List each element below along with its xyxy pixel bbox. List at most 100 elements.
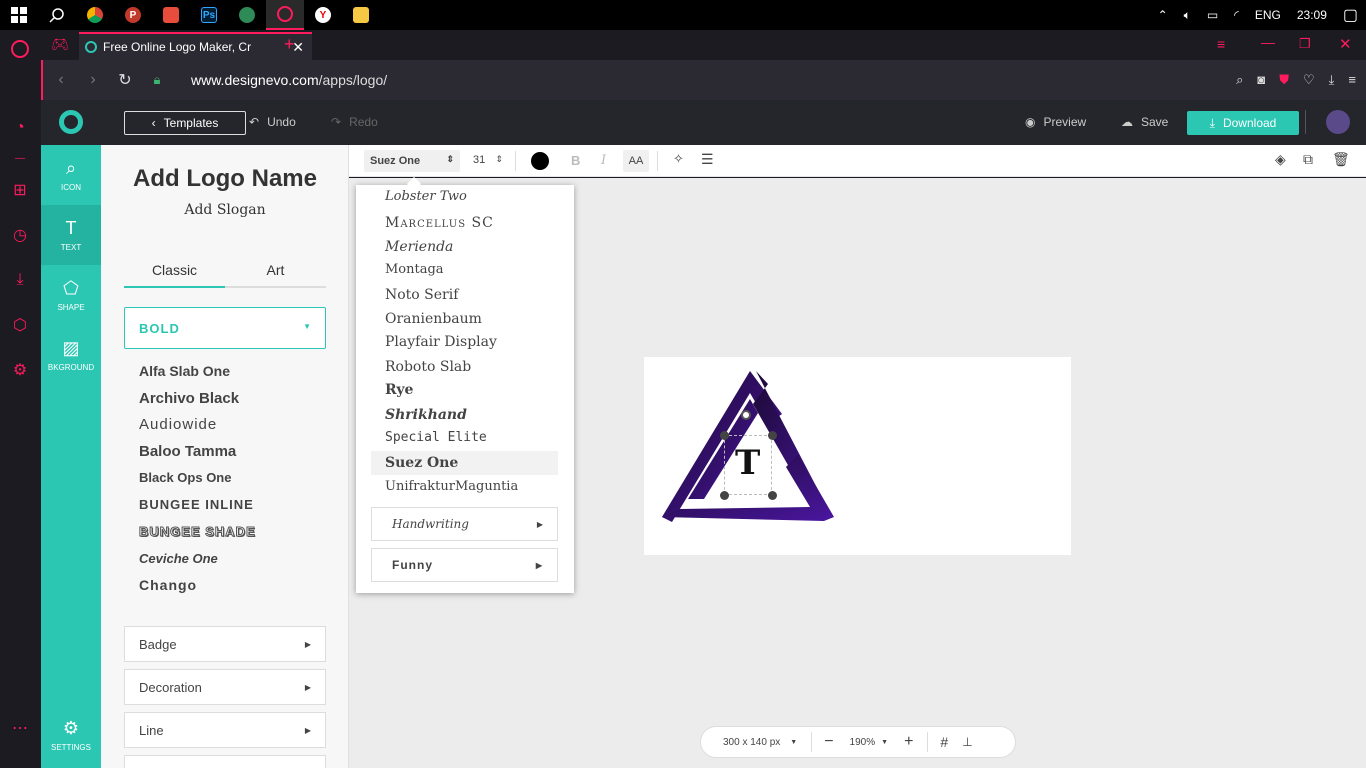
resize-handle[interactable] [720, 491, 729, 500]
font-option[interactable]: Rye [385, 382, 413, 398]
font-item[interactable]: BUNGEE SHADE [139, 524, 256, 540]
apps-grid-icon[interactable]: ⊞ [10, 180, 30, 200]
font-option[interactable]: Merienda [385, 239, 453, 255]
font-item[interactable]: Audiowide [139, 416, 217, 433]
font-select[interactable]: Suez One ⇕ [364, 150, 460, 172]
section-line[interactable]: Line ▶ [124, 712, 326, 748]
font-item[interactable]: Archivo Black [139, 390, 239, 407]
tab-art[interactable]: Art [225, 262, 326, 278]
caret-down-icon[interactable]: ▼ [881, 739, 888, 746]
font-item[interactable]: Black Ops One [139, 470, 231, 485]
logo-text[interactable]: T [735, 443, 760, 483]
font-option[interactable]: Noto Serif [385, 287, 458, 303]
clock[interactable]: 23:09 [1297, 8, 1327, 22]
preview-button[interactable]: ◉ Preview [1025, 115, 1086, 129]
reload-icon[interactable]: ↻ [109, 70, 141, 90]
trash-icon[interactable]: 🗑︎ [1332, 151, 1350, 168]
add-slogan[interactable]: Add Slogan [101, 202, 349, 218]
layers-icon[interactable]: ◈ [1275, 151, 1286, 168]
section-badge[interactable]: Badge ▶ [124, 626, 326, 662]
font-option[interactable]: Lobster Two [385, 189, 467, 204]
rail-settings[interactable]: ⚙ SETTINGS [41, 705, 101, 765]
font-option[interactable]: UnifrakturMaguntia [385, 479, 518, 494]
tab-active[interactable]: Free Online Logo Maker, Cr ✕ [79, 32, 312, 60]
new-tab-button[interactable]: + [284, 34, 295, 55]
tab-classic[interactable]: Classic [124, 262, 225, 278]
designevo-logo-icon[interactable] [59, 110, 83, 134]
save-button[interactable]: ☁ Save [1121, 115, 1168, 129]
download-arrow-icon[interactable]: ⤓ [1329, 72, 1335, 88]
speed-dial-icon[interactable]: ◔ [10, 118, 30, 138]
windows-start-icon[interactable] [0, 0, 38, 30]
avatar[interactable] [1326, 110, 1350, 134]
restore-icon[interactable]: ❐ [1299, 36, 1311, 52]
app-tree-icon[interactable] [228, 0, 266, 30]
rotate-handle-icon[interactable] [741, 410, 751, 420]
resize-handle[interactable] [768, 491, 777, 500]
forward-icon[interactable]: › [77, 71, 109, 89]
downloads-icon[interactable]: ⤓ [10, 270, 30, 290]
font-item[interactable]: BUNGEE INLINE [139, 497, 254, 512]
app-bird-icon[interactable] [152, 0, 190, 30]
search-icon[interactable] [38, 0, 76, 30]
download-button[interactable]: ⤓ Download [1187, 111, 1299, 135]
submenu-funny[interactable]: Funny ▶ [371, 548, 558, 582]
vpn-shield-icon[interactable]: ⛊ [1279, 72, 1289, 88]
language-indicator[interactable]: ENG [1255, 8, 1281, 22]
rail-shape[interactable]: ⬠ SHAPE [41, 265, 101, 325]
back-icon[interactable]: ‹ [45, 71, 77, 89]
case-button[interactable]: AA [623, 150, 649, 172]
bold-button[interactable]: B [571, 153, 580, 168]
settings-gear-icon[interactable]: ⚙ [10, 360, 30, 380]
camera-icon[interactable]: ◙ [1257, 72, 1265, 88]
notification-icon[interactable]: ▢ [1343, 5, 1358, 25]
more-icon[interactable]: ⋯ [10, 718, 30, 738]
history-icon[interactable]: ◷ [10, 225, 30, 245]
undo-button[interactable]: ↶ Undo [249, 115, 296, 129]
align-icon[interactable]: ⊥ [962, 735, 972, 749]
effects-wand-icon[interactable]: ✧ [673, 151, 684, 167]
rail-text[interactable]: T TEXT [41, 205, 101, 265]
duplicate-icon[interactable]: ⧉ [1303, 151, 1313, 168]
search-page-icon[interactable]: ⌕ [1236, 72, 1243, 88]
font-item[interactable]: Ceviche One [139, 551, 218, 566]
caret-down-icon[interactable]: ▼ [790, 739, 797, 746]
redo-button[interactable]: ↷ Redo [331, 115, 378, 129]
canvas-size[interactable]: 300 x 140 px [723, 737, 780, 748]
resize-handle[interactable] [768, 431, 777, 440]
font-option[interactable]: Montaga [385, 262, 444, 277]
menu-icon[interactable]: ≡ [1348, 72, 1356, 88]
font-item[interactable]: Baloo Tamma [139, 443, 236, 460]
opera-taskbar-icon[interactable] [266, 0, 304, 30]
heart-icon[interactable]: ♡ [1303, 72, 1315, 88]
font-option[interactable]: Roboto Slab [385, 359, 471, 375]
section-decoration[interactable]: Decoration ▶ [124, 669, 326, 705]
gamepad-icon[interactable]: 🎮︎ [51, 36, 69, 53]
app-p-icon[interactable]: P [114, 0, 152, 30]
extensions-icon[interactable]: ⬡ [10, 315, 30, 335]
font-option[interactable]: Marcellus SC [385, 215, 494, 231]
font-option[interactable]: Playfair Display [385, 334, 497, 350]
chevron-up-icon[interactable]: ⌃ [1158, 8, 1168, 22]
rail-icon[interactable]: ⌕ ICON [41, 145, 101, 205]
italic-button[interactable]: I [601, 153, 606, 168]
rail-background[interactable]: ▨ BKGROUND [41, 325, 101, 385]
file-explorer-icon[interactable] [342, 0, 380, 30]
font-option[interactable]: Special Elite [385, 430, 487, 445]
font-option[interactable]: Shrikhand [385, 407, 467, 423]
artboard[interactable]: T [644, 357, 1071, 555]
category-select[interactable]: BOLD ▼ [124, 307, 326, 349]
templates-button[interactable]: ‹ Templates [124, 111, 246, 135]
resize-handle[interactable] [720, 431, 729, 440]
submenu-handwriting[interactable]: Handwriting ▶ [371, 507, 558, 541]
zoom-level[interactable]: 190% [850, 737, 876, 748]
font-option-selected-label[interactable]: Suez One [385, 455, 458, 471]
opera-menu-icon[interactable] [11, 40, 29, 58]
url-field[interactable]: www.designevo.com/apps/logo/ [191, 72, 387, 88]
font-option[interactable]: Oranienbaum [385, 311, 482, 327]
minimize-icon[interactable]: — [1261, 34, 1275, 50]
add-logo-name[interactable]: Add Logo Name [101, 165, 349, 193]
color-swatch[interactable] [531, 152, 549, 170]
volume-icon[interactable]: 🔈︎ [1184, 8, 1191, 23]
tab-menu-icon[interactable]: ≡ [1217, 36, 1225, 52]
